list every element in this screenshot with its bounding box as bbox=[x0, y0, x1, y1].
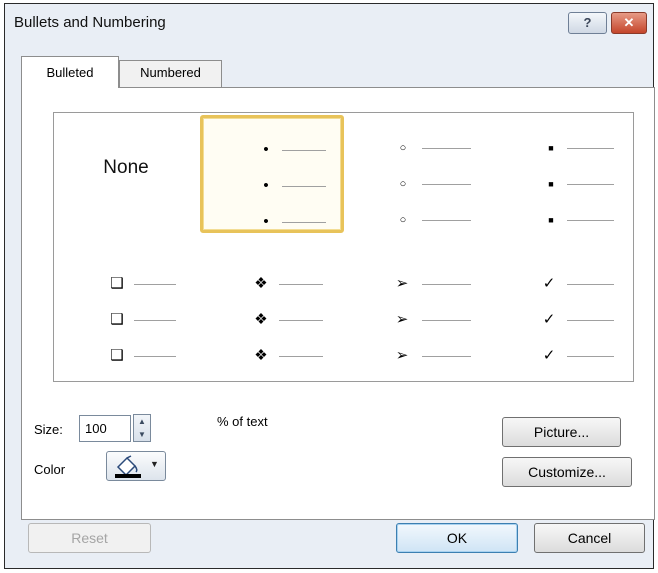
bullet-row: • bbox=[203, 212, 347, 232]
sample-line bbox=[422, 320, 471, 321]
hollow-square-bullet-icon: ❑ bbox=[110, 311, 124, 328]
sample-line bbox=[279, 284, 323, 285]
sample-line bbox=[279, 320, 323, 321]
reset-button[interactable]: Reset bbox=[28, 523, 151, 553]
size-label: Size: bbox=[34, 422, 63, 437]
picture-button[interactable]: Picture... bbox=[502, 417, 621, 447]
sample-line bbox=[422, 184, 471, 185]
four-diamond-bullet-icon: ❖ bbox=[254, 275, 268, 292]
customize-button[interactable]: Customize... bbox=[502, 457, 632, 487]
tab-bulleted-label: Bulleted bbox=[46, 65, 94, 80]
size-spinner[interactable]: ▲ ▼ bbox=[133, 414, 151, 442]
hollow-circle-bullet-icon: ○ bbox=[399, 178, 407, 190]
tab-bulleted[interactable]: Bulleted bbox=[21, 56, 119, 88]
sample-line bbox=[422, 356, 471, 357]
color-label: Color bbox=[34, 462, 66, 477]
tab-numbered[interactable]: Numbered bbox=[119, 60, 222, 87]
arrowhead-bullet-icon: ➢ bbox=[395, 311, 409, 328]
sample-line bbox=[567, 148, 614, 149]
chevron-down-icon: ▼ bbox=[150, 459, 159, 469]
bullet-row: • bbox=[203, 140, 347, 160]
bullet-row: ❑ bbox=[54, 346, 198, 366]
bullet-option-filled-circle[interactable]: • • • bbox=[200, 115, 344, 233]
bullet-row: ❑ bbox=[54, 274, 198, 294]
bullet-row: ✓ bbox=[490, 346, 634, 366]
four-diamond-bullet-icon: ❖ bbox=[254, 347, 268, 364]
sample-line bbox=[282, 222, 326, 223]
tab-numbered-label: Numbered bbox=[140, 65, 201, 80]
bullet-row: ✓ bbox=[490, 310, 634, 330]
help-button[interactable]: ? bbox=[568, 12, 607, 34]
filled-square-bullet-icon: ■ bbox=[548, 215, 554, 225]
filled-square-bullet-icon: ■ bbox=[548, 143, 554, 153]
sample-line bbox=[567, 356, 614, 357]
filled-square-bullet-icon: ■ bbox=[548, 179, 554, 189]
checkmark-bullet-icon: ✓ bbox=[542, 347, 556, 364]
hollow-square-bullet-icon: ❑ bbox=[110, 347, 124, 364]
bullet-row: ○ bbox=[346, 138, 490, 158]
bullet-row: ■ bbox=[490, 210, 634, 230]
bullet-row: ■ bbox=[490, 138, 634, 158]
spin-down-icon[interactable]: ▼ bbox=[134, 428, 150, 441]
color-picker-button[interactable]: ▼ bbox=[106, 451, 166, 481]
size-suffix: % of text bbox=[217, 414, 268, 429]
arrowhead-bullet-icon: ➢ bbox=[395, 347, 409, 364]
bullet-row: ○ bbox=[346, 210, 490, 230]
four-diamond-bullet-icon: ❖ bbox=[254, 311, 268, 328]
sample-line bbox=[567, 320, 614, 321]
bullet-gallery: None • • • ○ ○ ○ ■ ■ ■ ❑ ❑ ❑ ❖ ❖ ❖ ➢ ➢ ➢… bbox=[53, 112, 634, 382]
dialog-title: Bullets and Numbering bbox=[14, 14, 166, 31]
sample-line bbox=[422, 284, 471, 285]
bullet-row: ➢ bbox=[346, 346, 490, 366]
checkmark-bullet-icon: ✓ bbox=[542, 311, 556, 328]
bullet-row: • bbox=[203, 176, 347, 196]
hollow-circle-bullet-icon: ○ bbox=[399, 142, 407, 154]
filled-circle-bullet-icon: • bbox=[263, 213, 269, 230]
sample-line bbox=[567, 284, 614, 285]
bullet-option-none[interactable]: None bbox=[54, 113, 198, 231]
bullets-numbering-dialog: Bullets and Numbering ? ✕ Bulleted Numbe… bbox=[4, 3, 655, 569]
sample-line bbox=[422, 220, 471, 221]
close-button[interactable]: ✕ bbox=[611, 12, 647, 34]
arrowhead-bullet-icon: ➢ bbox=[395, 275, 409, 292]
sample-line bbox=[134, 320, 176, 321]
ok-button[interactable]: OK bbox=[396, 523, 518, 553]
bullet-option-four-diamond[interactable]: ❖ ❖ ❖ bbox=[200, 263, 344, 381]
bullet-row: ➢ bbox=[346, 310, 490, 330]
bullet-option-checkmark[interactable]: ✓ ✓ ✓ bbox=[490, 263, 634, 381]
bullet-option-hollow-circle[interactable]: ○ ○ ○ bbox=[346, 113, 490, 231]
spin-up-icon[interactable]: ▲ bbox=[134, 415, 150, 428]
color-swatch bbox=[115, 474, 141, 478]
size-input[interactable] bbox=[79, 415, 131, 442]
bullet-row: ❑ bbox=[54, 310, 198, 330]
sample-line bbox=[567, 184, 614, 185]
bullet-row: ➢ bbox=[346, 274, 490, 294]
bullet-option-arrowhead[interactable]: ➢ ➢ ➢ bbox=[346, 263, 490, 381]
sample-line bbox=[279, 356, 323, 357]
bullet-row: ❖ bbox=[200, 274, 344, 294]
checkmark-bullet-icon: ✓ bbox=[542, 275, 556, 292]
bullet-row: ■ bbox=[490, 174, 634, 194]
none-label: None bbox=[103, 157, 149, 178]
hollow-circle-bullet-icon: ○ bbox=[399, 214, 407, 226]
bullet-row: ❖ bbox=[200, 310, 344, 330]
filled-circle-bullet-icon: • bbox=[263, 141, 269, 158]
sample-line bbox=[422, 148, 471, 149]
bullet-row: ❖ bbox=[200, 346, 344, 366]
title-bar: Bullets and Numbering ? ✕ bbox=[5, 4, 653, 40]
hollow-square-bullet-icon: ❑ bbox=[110, 275, 124, 292]
bullet-option-hollow-square[interactable]: ❑ ❑ ❑ bbox=[54, 263, 198, 381]
bullet-option-filled-square[interactable]: ■ ■ ■ bbox=[490, 113, 634, 231]
sample-line bbox=[282, 150, 326, 151]
bullet-row: ✓ bbox=[490, 274, 634, 294]
sample-line bbox=[282, 186, 326, 187]
bullet-row: ○ bbox=[346, 174, 490, 194]
sample-line bbox=[134, 284, 176, 285]
sample-line bbox=[567, 220, 614, 221]
cancel-button[interactable]: Cancel bbox=[534, 523, 645, 553]
filled-circle-bullet-icon: • bbox=[263, 177, 269, 194]
sample-line bbox=[134, 356, 176, 357]
